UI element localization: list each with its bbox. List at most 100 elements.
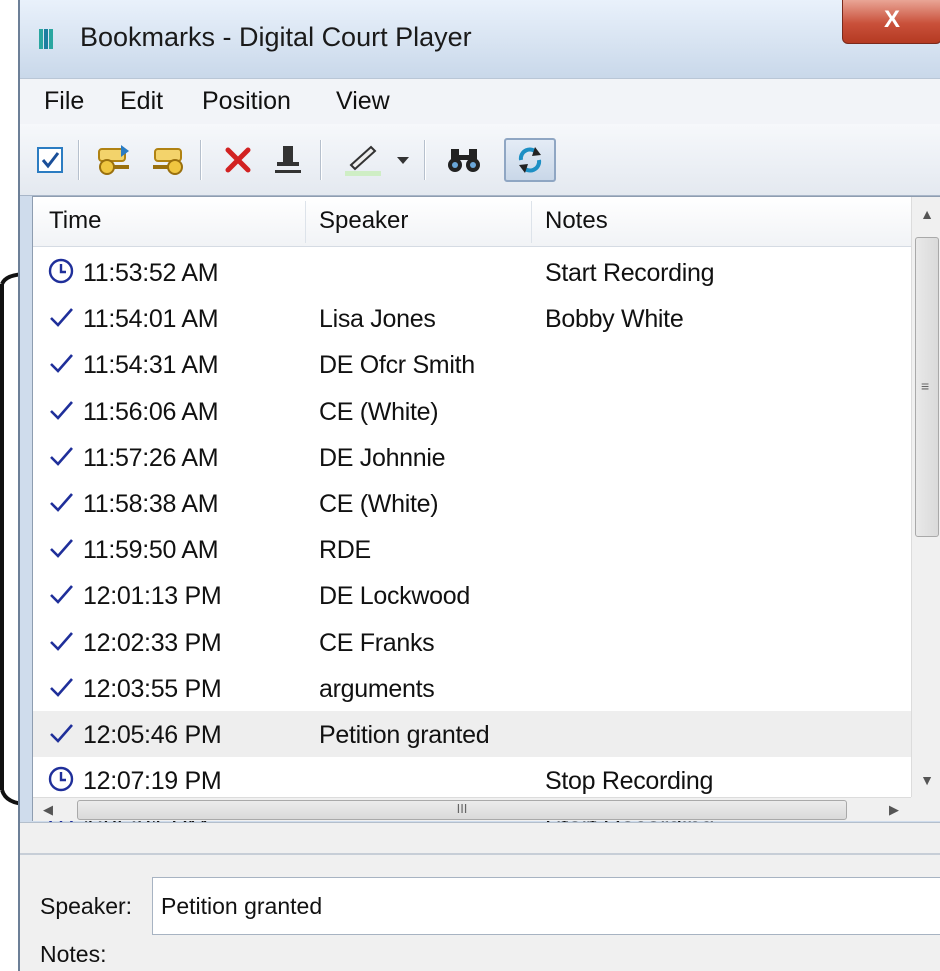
table-row[interactable]: 11:53:52 AM Start Recording <box>33 249 911 295</box>
table-row[interactable]: 11:54:01 AM Lisa Jones Bobby White <box>33 295 911 341</box>
checkmark-icon <box>50 539 73 559</box>
cell-speaker: DE Johnnie <box>319 443 446 472</box>
checkmark-icon <box>50 400 73 420</box>
find-button[interactable] <box>442 138 486 182</box>
key-forward-icon <box>98 145 129 175</box>
panel-splitter[interactable] <box>20 853 940 855</box>
cell-speaker: DE Lockwood <box>319 582 470 611</box>
checkmark-icon <box>50 308 73 328</box>
title-bar[interactable]: Bookmarks - Digital Court Player X <box>20 0 940 78</box>
checkmark-icon <box>50 631 73 651</box>
table-row[interactable]: 11:57:26 AM DE Johnnie <box>33 434 911 480</box>
cell-time: 11:53:52 AM <box>83 259 219 287</box>
pen-color-icon <box>345 145 381 176</box>
cell-time: 11:57:26 AM <box>83 443 219 472</box>
insert-marker-button[interactable] <box>268 138 308 182</box>
cell-notes: Start Recording <box>545 259 715 287</box>
cell-speaker: Lisa Jones <box>319 305 436 334</box>
menu-file[interactable]: File <box>44 87 84 116</box>
table-row[interactable]: 12:02:33 PM CE Franks <box>33 619 911 665</box>
key-back-icon <box>153 148 183 175</box>
checkbox-check-icon <box>37 147 63 173</box>
column-header-notes[interactable]: Notes <box>545 207 608 235</box>
checkmark-icon <box>50 446 73 466</box>
toolbar-separator <box>424 140 426 180</box>
toolbar-separator <box>200 140 202 180</box>
column-divider[interactable] <box>531 201 532 243</box>
close-button[interactable]: X <box>842 0 940 44</box>
table-row[interactable]: 11:54:31 AM DE Ofcr Smith <box>33 341 911 387</box>
menu-edit[interactable]: Edit <box>120 87 163 116</box>
dropdown-arrow-icon <box>397 157 409 164</box>
cell-time: 12:03:55 PM <box>83 674 222 703</box>
horizontal-scrollbar[interactable]: ◀ III ▶ <box>33 797 911 821</box>
checkmark-icon <box>50 677 73 697</box>
table-row[interactable]: 11:59:50 AM RDE <box>33 526 911 572</box>
horizontal-scroll-thumb[interactable]: III <box>77 800 847 820</box>
cell-speaker: RDE <box>319 536 371 565</box>
app-books-icon <box>39 29 53 49</box>
table-row[interactable]: 11:56:06 AM CE (White) <box>33 388 911 434</box>
scroll-down-arrow-icon[interactable]: ▼ <box>912 763 940 797</box>
table-row[interactable]: 12:01:13 PM DE Lockwood <box>33 572 911 618</box>
cell-time: 11:58:38 AM <box>83 490 219 518</box>
cell-time: 12:02:33 PM <box>83 628 222 657</box>
cell-speaker: Petition granted <box>319 721 490 749</box>
delete-x-icon <box>225 147 251 173</box>
cell-speaker: CE (White) <box>319 490 439 518</box>
cell-speaker: CE Franks <box>319 628 435 657</box>
scroll-left-arrow-icon[interactable]: ◀ <box>33 798 63 822</box>
toolbar-separator <box>320 140 322 180</box>
checkmark-icon <box>50 724 73 743</box>
clock-icon <box>48 766 74 792</box>
cell-time: 11:59:50 AM <box>83 536 219 565</box>
checkmark-icon <box>50 354 73 374</box>
cell-speaker: arguments <box>319 674 435 703</box>
menu-view[interactable]: View <box>336 87 390 116</box>
checkmark-icon <box>50 585 73 605</box>
scroll-grip: ≡ <box>921 378 930 394</box>
column-header-time[interactable]: Time <box>49 207 101 235</box>
cell-time: 12:01:13 PM <box>83 582 222 611</box>
cell-time: 12:07:19 PM <box>83 767 222 796</box>
details-panel: Speaker: Notes: <box>20 822 940 971</box>
menu-position[interactable]: Position <box>202 87 291 116</box>
refresh-sync-icon <box>518 147 542 173</box>
cell-speaker: CE (White) <box>319 397 439 426</box>
speaker-label: Speaker: <box>40 893 133 919</box>
delete-bookmark-button[interactable] <box>218 138 258 182</box>
cell-time: 11:56:06 AM <box>83 397 219 426</box>
vertical-scroll-thumb[interactable]: ≡ <box>915 237 939 537</box>
menu-bar: File Edit Position View <box>20 78 940 124</box>
previous-bookmark-button[interactable] <box>146 138 190 182</box>
next-bookmark-button[interactable] <box>92 138 136 182</box>
scroll-grip: III <box>456 801 468 816</box>
scroll-right-arrow-icon[interactable]: ▶ <box>879 798 909 822</box>
scrollbar-corner <box>911 797 940 821</box>
list-header: Time Speaker Notes <box>33 197 911 247</box>
cell-time: 11:54:31 AM <box>83 351 219 380</box>
vertical-scrollbar[interactable]: ▲ ≡ ▼ <box>911 197 940 797</box>
highlight-pen-button[interactable] <box>338 138 388 182</box>
toolbar-separator <box>78 140 80 180</box>
cell-speaker: DE Ofcr Smith <box>319 351 475 380</box>
sync-toggle-button[interactable] <box>504 138 556 182</box>
table-row[interactable]: 12:03:55 PM arguments <box>33 665 911 711</box>
table-row[interactable]: 12:05:46 PM Petition granted <box>33 711 911 757</box>
cell-notes: Bobby White <box>545 305 684 334</box>
speaker-field[interactable] <box>152 877 940 935</box>
cell-time: 11:54:01 AM <box>83 305 219 334</box>
scroll-up-arrow-icon[interactable]: ▲ <box>912 197 940 231</box>
checkmark-icon <box>50 493 73 512</box>
bookmark-marker-icon <box>275 146 301 173</box>
window-title: Bookmarks - Digital Court Player <box>80 22 472 52</box>
pen-dropdown-button[interactable] <box>390 138 416 182</box>
table-row[interactable]: 11:58:38 AM CE (White) <box>33 480 911 526</box>
column-header-speaker[interactable]: Speaker <box>319 207 408 235</box>
cell-notes: Stop Recording <box>545 767 714 796</box>
bookmarks-window: Bookmarks - Digital Court Player X File … <box>18 0 940 971</box>
bookmark-list: Time Speaker Notes 11:53:52 AM Start Reco… <box>32 196 940 841</box>
binoculars-icon <box>448 149 480 172</box>
check-bookmark-button[interactable] <box>32 138 68 182</box>
column-divider[interactable] <box>305 201 306 243</box>
